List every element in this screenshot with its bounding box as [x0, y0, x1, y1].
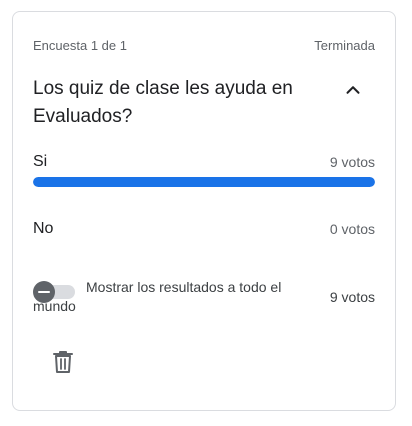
- poll-question: Los quiz de clase les ayuda en Evaluados…: [33, 78, 293, 127]
- poll-header: Encuesta 1 de 1 Terminada: [33, 38, 375, 54]
- collapse-button[interactable]: [339, 76, 367, 104]
- trash-icon: [53, 351, 73, 373]
- toggle-knob: [33, 281, 55, 303]
- option-label: Si: [33, 153, 48, 170]
- show-results-row: Mostrar los resultados a todo el mundo 9…: [33, 278, 375, 318]
- result-bar-fill: [33, 177, 375, 187]
- chevron-up-icon: [346, 86, 360, 94]
- minus-icon: [38, 291, 50, 293]
- poll-card: Encuesta 1 de 1 Terminada Los quiz de cl…: [12, 11, 396, 411]
- poll-status: Terminada: [314, 38, 375, 53]
- option-label: No: [33, 220, 54, 237]
- delete-button[interactable]: [49, 348, 77, 376]
- total-votes: 9 votos: [329, 289, 375, 305]
- result-bar-si: [33, 177, 375, 187]
- poll-counter: Encuesta 1 de 1: [33, 38, 127, 53]
- option-no: No 0 votos: [33, 220, 375, 240]
- option-si: Si 9 votos: [33, 153, 375, 173]
- show-results-toggle[interactable]: [33, 281, 77, 303]
- option-votes: 0 votos: [329, 221, 375, 237]
- option-votes: 9 votos: [329, 154, 375, 170]
